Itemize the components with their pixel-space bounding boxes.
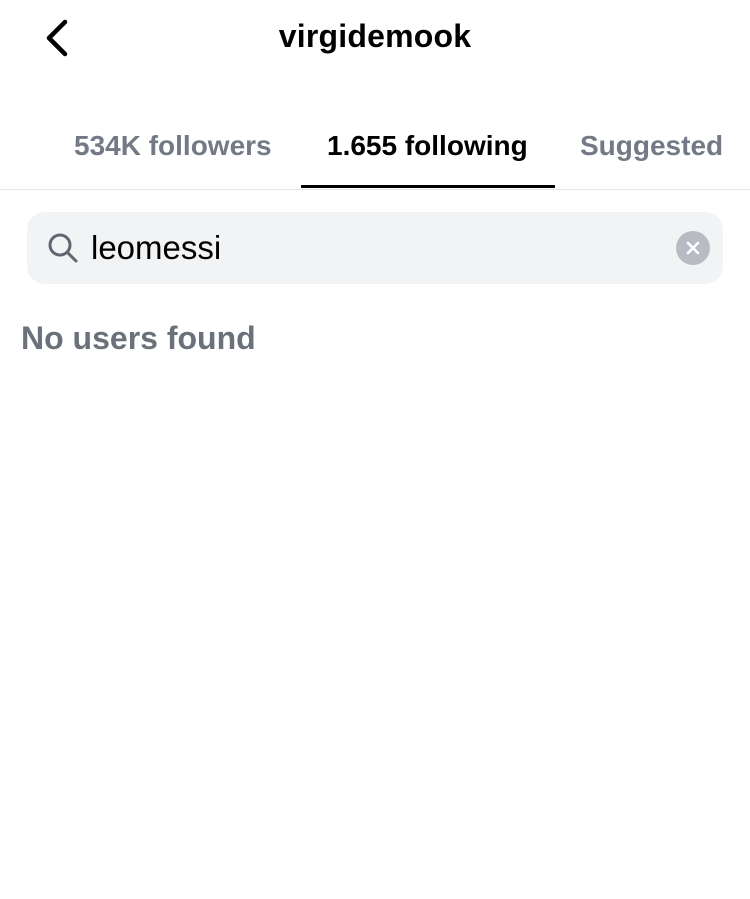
tab-bar: al 534K followers 1.655 following Sugges…	[0, 110, 750, 190]
search-input[interactable]	[91, 222, 651, 274]
active-tab-indicator	[301, 185, 555, 188]
header: virgidemook	[0, 0, 750, 80]
clear-circle-icon	[686, 241, 700, 255]
tab-following[interactable]: 1.655 following	[327, 130, 528, 162]
tab-followers[interactable]: 534K followers	[74, 130, 272, 162]
page-title: virgidemook	[278, 18, 472, 54]
search-bar[interactable]	[27, 212, 723, 284]
search-icon	[48, 233, 78, 263]
clear-search-button[interactable]	[676, 231, 710, 265]
tab-suggested[interactable]: Suggested	[580, 130, 723, 162]
empty-state-message: No users found	[21, 320, 256, 356]
following-screen: virgidemook al 534K followers 1.655 foll…	[0, 0, 750, 899]
